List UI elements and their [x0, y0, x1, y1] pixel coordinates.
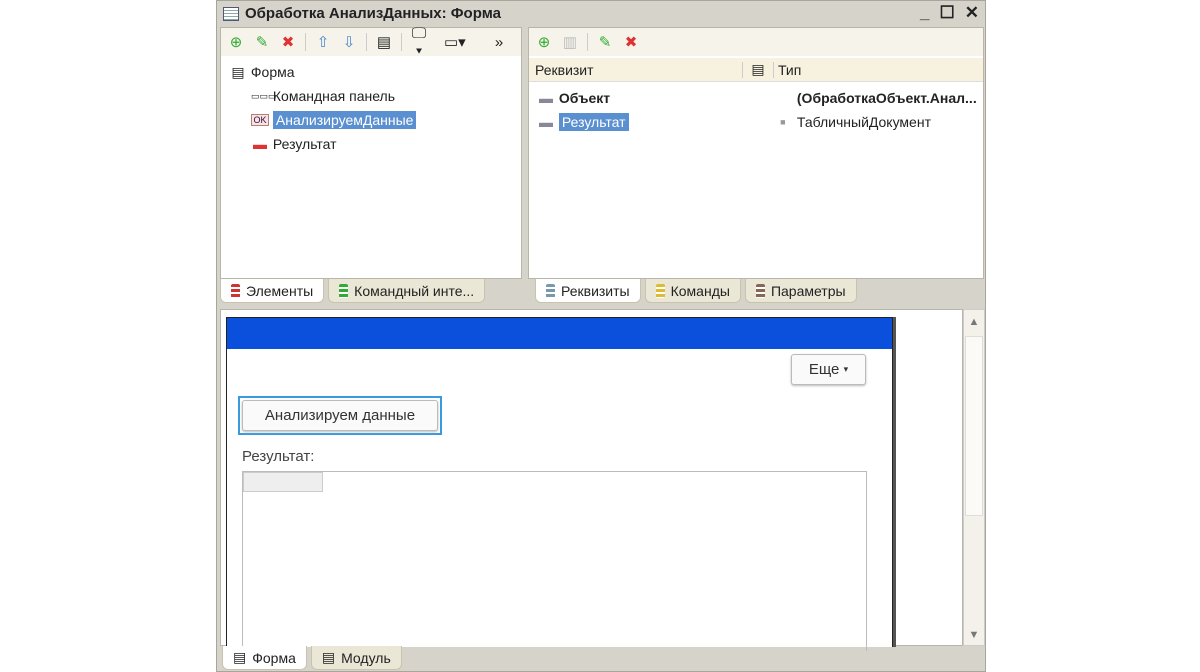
analyze-data-button[interactable]: Анализируем данные	[242, 400, 438, 431]
close-button[interactable]: ✕	[965, 3, 979, 23]
tab-parameters[interactable]: Параметры	[744, 279, 857, 303]
edit-icon[interactable]: ✎	[253, 33, 271, 51]
attribute-row[interactable]: ▬ Объект (ОбработкаОбъект.Анал...	[537, 86, 979, 110]
more-button[interactable]: Еще ▾	[791, 354, 866, 385]
tree-item-command-bar[interactable]: ▭▭▭ Командная панель	[229, 84, 416, 108]
column-attribute[interactable]: Реквизит	[529, 61, 743, 78]
vertical-scrollbar[interactable]: ▲ ▼	[963, 309, 985, 646]
attributes-header: Реквизит ▤ Тип	[529, 58, 983, 82]
add-column-icon[interactable]: ▥	[561, 33, 579, 51]
tab-command-interface[interactable]: Командный инте...	[328, 279, 486, 303]
attribute-row[interactable]: ▬ Результат ■ ТабличныйДокумент	[537, 110, 979, 134]
column-type[interactable]: Тип	[773, 61, 801, 78]
delete-icon[interactable]: ✖	[279, 33, 297, 51]
form-preview: Еще ▾ Анализируем данные Результат:	[226, 317, 893, 651]
form-header	[227, 318, 892, 349]
properties-icon[interactable]: ▤	[375, 33, 393, 51]
tab-commands[interactable]: Команды	[644, 279, 741, 303]
title-bar: Обработка АнализДанных: Форма _ ☐ ✕	[217, 1, 985, 26]
attributes-pane: ⊕ ▥ ✎ ✖ Реквизит ▤ Тип ▬ Объект (Обработк…	[528, 27, 984, 279]
tab-form[interactable]: ▤ Форма	[222, 646, 307, 670]
move-down-icon[interactable]: ⇩	[340, 33, 358, 51]
edit-icon[interactable]: ✎	[596, 33, 614, 51]
more-icon[interactable]: »	[490, 34, 508, 51]
attributes-toolbar: ⊕ ▥ ✎ ✖	[529, 28, 983, 56]
layout-icon[interactable]: ▭▾	[444, 33, 466, 51]
scroll-down-icon[interactable]: ▼	[964, 629, 984, 641]
command-bar-icon: ▭▭▭	[251, 90, 277, 101]
form-icon: ▤	[233, 649, 247, 665]
right-tabs: Реквизиты Команды Параметры	[535, 279, 857, 303]
attribute-icon: ▬	[539, 114, 553, 130]
delete-icon[interactable]: ✖	[622, 33, 640, 51]
type-column-icon: ▤	[751, 61, 765, 77]
tab-elements[interactable]: Элементы	[220, 279, 325, 303]
elements-pane: ⊕ ✎ ✖ ⇧ ⇩ ▤ 🖵▾ ▭▾ » ▤ Форма ▭▭▭ Командна…	[220, 25, 522, 279]
left-tabs: Элементы Командный инте...	[220, 279, 486, 303]
tab-module[interactable]: ▤ Модуль	[310, 646, 402, 670]
attribute-icon: ▬	[539, 90, 553, 106]
designer-window: Обработка АнализДанных: Форма _ ☐ ✕ ⊕ ✎ …	[216, 0, 986, 672]
add-icon[interactable]: ⊕	[227, 33, 245, 51]
stack-icon	[655, 283, 665, 298]
window-title: Обработка АнализДанных: Форма	[245, 5, 501, 22]
bottom-tabs: ▤ Форма ▤ Модуль	[222, 646, 402, 670]
tree-item-result[interactable]: ▬ Результат	[229, 132, 416, 156]
tree-item-form[interactable]: ▤ Форма	[229, 60, 416, 84]
form-icon: ▤	[231, 63, 245, 80]
scroll-thumb[interactable]	[965, 336, 983, 516]
stack-icon	[231, 283, 240, 298]
module-icon: ▤	[321, 649, 336, 665]
display-mode-icon[interactable]: 🖵▾	[410, 25, 428, 59]
result-label: Результат:	[242, 448, 315, 465]
move-up-icon[interactable]: ⇧	[314, 33, 332, 51]
form-icon	[223, 6, 239, 21]
tab-attributes[interactable]: Реквизиты	[535, 279, 641, 303]
elements-tree: ▤ Форма ▭▭▭ Командная панель OK Анализир…	[229, 60, 417, 156]
result-spreadsheet[interactable]	[242, 471, 867, 651]
minimize-button[interactable]: _	[920, 3, 929, 23]
elements-toolbar: ⊕ ✎ ✖ ⇧ ⇩ ▤ 🖵▾ ▭▾ »	[221, 25, 521, 59]
stack-icon	[546, 283, 555, 298]
type-icon: ■	[780, 117, 786, 127]
form-preview-area: Еще ▾ Анализируем данные Результат:	[220, 309, 963, 651]
stack-icon	[755, 283, 765, 298]
tree-item-analyze-button[interactable]: OK АнализируемДанные	[229, 108, 417, 132]
stack-icon	[339, 283, 349, 298]
add-attribute-icon[interactable]: ⊕	[535, 33, 553, 51]
scroll-up-icon[interactable]: ▲	[964, 316, 984, 328]
field-icon: ▬	[253, 136, 267, 152]
dropdown-icon: ▾	[843, 364, 849, 374]
ok-button-icon: OK	[251, 114, 269, 126]
maximize-button[interactable]: ☐	[940, 3, 955, 23]
